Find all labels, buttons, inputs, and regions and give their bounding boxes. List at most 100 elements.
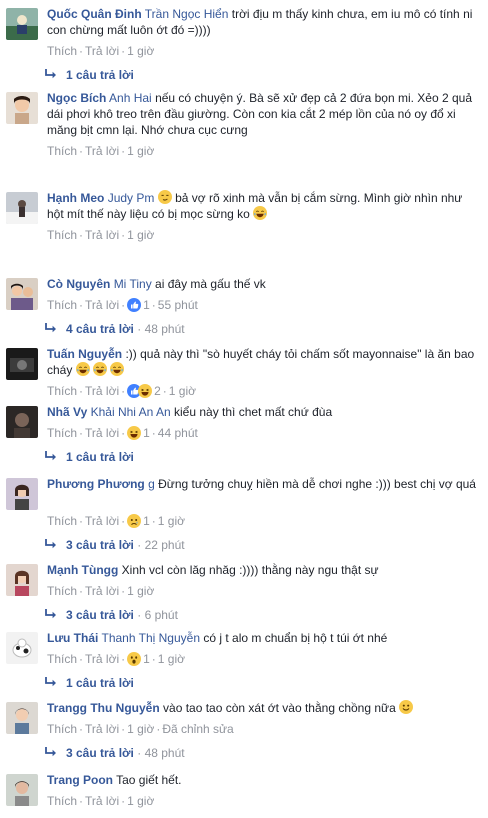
avatar[interactable] bbox=[6, 632, 38, 664]
tagged-user-link[interactable]: Thanh Thị Nguyễn bbox=[101, 631, 200, 645]
reply-button[interactable]: Trả lời bbox=[85, 584, 119, 598]
reply-button[interactable]: Trả lời bbox=[85, 228, 119, 242]
comment-timestamp[interactable]: 1 giờ bbox=[158, 652, 185, 666]
comment-timestamp[interactable]: 1 giờ bbox=[127, 584, 154, 598]
haha-reaction-icon bbox=[127, 426, 142, 440]
view-replies-link[interactable]: 1 câu trả lời bbox=[44, 449, 134, 465]
comment-timestamp[interactable]: 1 giờ bbox=[127, 794, 154, 808]
avatar[interactable] bbox=[6, 406, 38, 438]
separator-dot: · bbox=[79, 584, 84, 598]
like-button[interactable]: Thích bbox=[47, 384, 77, 398]
comment-author-link[interactable]: Quốc Quân Đinh bbox=[47, 7, 142, 21]
view-replies-link[interactable]: 3 câu trả lời · 48 phút bbox=[44, 745, 185, 761]
like-button[interactable]: Thích bbox=[47, 794, 77, 808]
comment-timestamp[interactable]: 44 phút bbox=[158, 426, 198, 440]
reactions-summary[interactable]: 1 bbox=[127, 426, 150, 440]
comment-text: ai đây mà gấu thế vk bbox=[155, 277, 266, 291]
like-button[interactable]: Thích bbox=[47, 298, 77, 312]
avatar[interactable] bbox=[6, 192, 38, 224]
like-button[interactable]: Thích bbox=[47, 584, 77, 598]
avatar[interactable] bbox=[6, 564, 38, 596]
replies-count-label[interactable]: 1 câu trả lời bbox=[66, 450, 134, 464]
comment-author-link[interactable]: Hạnh Meo bbox=[47, 191, 104, 205]
replies-count-label[interactable]: 4 câu trả lời bbox=[66, 322, 134, 336]
comment-author-link[interactable]: Cò Nguyên bbox=[47, 277, 110, 291]
view-replies-link[interactable]: 4 câu trả lời · 48 phút bbox=[44, 321, 185, 337]
lol-emoji-icon bbox=[93, 362, 108, 376]
comment-timestamp[interactable]: 1 giờ bbox=[127, 144, 154, 158]
comment-timestamp[interactable]: 1 giờ bbox=[127, 722, 154, 736]
comment-author-link[interactable]: Lưu Thái bbox=[47, 631, 98, 645]
comment-author-link[interactable]: Tuấn Nguyễn bbox=[47, 347, 122, 361]
edited-label[interactable]: Đã chỉnh sửa bbox=[162, 722, 233, 736]
like-button[interactable]: Thích bbox=[47, 426, 77, 440]
replies-count-label[interactable]: 3 câu trả lời bbox=[66, 538, 134, 552]
separator-dot: · bbox=[79, 228, 84, 242]
avatar[interactable] bbox=[6, 702, 38, 734]
tagged-user-link[interactable]: g bbox=[148, 477, 155, 491]
avatar[interactable] bbox=[6, 8, 38, 40]
view-replies-link[interactable]: 3 câu trả lời · 22 phút bbox=[44, 537, 185, 553]
reactions-summary[interactable]: 2 bbox=[127, 384, 161, 398]
reply-button[interactable]: Trả lời bbox=[85, 794, 119, 808]
comment-author-link[interactable]: Phương Phương bbox=[47, 477, 145, 491]
tagged-user-link[interactable]: Trần Ngọc Hiển bbox=[145, 7, 229, 21]
view-replies-link[interactable]: 3 câu trả lời · 6 phút bbox=[44, 607, 178, 623]
tagged-user-link[interactable]: Judy Pm bbox=[108, 191, 155, 205]
replies-count-label[interactable]: 1 câu trả lời bbox=[66, 68, 134, 82]
reply-button[interactable]: Trả lời bbox=[85, 514, 119, 528]
reply-arrow-icon bbox=[45, 747, 56, 757]
comment-body: Quốc Quân Đinh Trần Ngọc Hiển trời địu m… bbox=[47, 6, 480, 38]
avatar[interactable] bbox=[6, 478, 38, 510]
reactions-summary[interactable]: 1 bbox=[127, 514, 150, 528]
separator-dot: · bbox=[133, 322, 145, 336]
comment-author-link[interactable]: Mạnh Tùngg bbox=[47, 563, 118, 577]
comment-author-link[interactable]: Ngọc Bích bbox=[47, 91, 106, 105]
separator-dot: · bbox=[79, 652, 84, 666]
reactions-summary[interactable]: 1 bbox=[127, 298, 150, 312]
comment-timestamp[interactable]: 55 phút bbox=[158, 298, 198, 312]
like-button[interactable]: Thích bbox=[47, 144, 77, 158]
separator-dot: · bbox=[121, 722, 126, 736]
comment-actions: Thích · Trả lời · 1 giờ bbox=[47, 793, 154, 809]
tagged-user-link[interactable]: Mi Tiny bbox=[114, 277, 152, 291]
reply-button[interactable]: Trả lời bbox=[85, 44, 119, 58]
reply-button[interactable]: Trả lời bbox=[85, 652, 119, 666]
replies-count-label[interactable]: 1 câu trả lời bbox=[66, 676, 134, 690]
view-replies-link[interactable]: 1 câu trả lời bbox=[44, 675, 134, 691]
reply-button[interactable]: Trả lời bbox=[85, 144, 119, 158]
comment-author-link[interactable]: Trang Poon bbox=[47, 773, 113, 787]
avatar[interactable] bbox=[6, 774, 38, 806]
comment-author-link[interactable]: Trangg Thu Nguyễn bbox=[47, 701, 160, 715]
reply-arrow-icon bbox=[45, 609, 56, 619]
comment-timestamp[interactable]: 1 giờ bbox=[127, 44, 154, 58]
separator-dot: · bbox=[121, 794, 126, 808]
comment-timestamp[interactable]: 1 giờ bbox=[127, 228, 154, 242]
reply-button[interactable]: Trả lời bbox=[85, 384, 119, 398]
like-button[interactable]: Thích bbox=[47, 44, 77, 58]
separator-dot: · bbox=[121, 144, 126, 158]
avatar[interactable] bbox=[6, 278, 38, 310]
comment-timestamp[interactable]: 1 giờ bbox=[158, 514, 185, 528]
reply-button[interactable]: Trả lời bbox=[85, 426, 119, 440]
view-replies-link[interactable]: 1 câu trả lời bbox=[44, 67, 134, 83]
tagged-user-link[interactable]: Anh Hai bbox=[109, 91, 152, 105]
reply-button[interactable]: Trả lời bbox=[85, 298, 119, 312]
reactions-summary[interactable]: 1 bbox=[127, 652, 150, 666]
comment-author-link[interactable]: Nhã Vy bbox=[47, 405, 87, 419]
comment-actions: Thích · Trả lời · 1 giờ bbox=[47, 227, 154, 243]
like-button[interactable]: Thích bbox=[47, 722, 77, 736]
like-button[interactable]: Thích bbox=[47, 228, 77, 242]
separator-dot: · bbox=[133, 538, 145, 552]
reply-button[interactable]: Trả lời bbox=[85, 722, 119, 736]
tagged-user-link[interactable]: Khải Nhi An An bbox=[91, 405, 171, 419]
avatar[interactable] bbox=[6, 92, 38, 124]
like-button[interactable]: Thích bbox=[47, 652, 77, 666]
replies-count-label[interactable]: 3 câu trả lời bbox=[66, 608, 134, 622]
comment-timestamp[interactable]: 1 giờ bbox=[169, 384, 196, 398]
avatar[interactable] bbox=[6, 348, 38, 380]
like-button[interactable]: Thích bbox=[47, 514, 77, 528]
replies-count-label[interactable]: 3 câu trả lời bbox=[66, 746, 134, 760]
reply-arrow-icon bbox=[45, 451, 56, 461]
smirk-emoji-icon bbox=[157, 190, 172, 204]
